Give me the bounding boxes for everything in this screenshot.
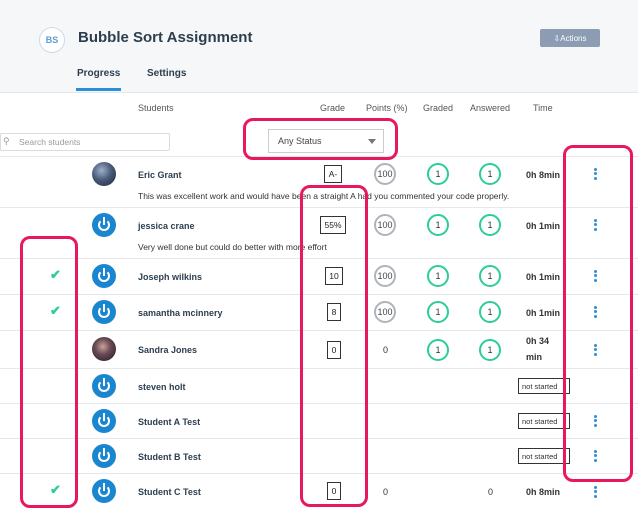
power-icon xyxy=(92,479,116,503)
power-icon xyxy=(92,213,116,237)
answered-badge: 1 xyxy=(479,301,501,323)
student-name[interactable]: Sandra Jones xyxy=(138,345,197,355)
answered-value: 0 xyxy=(488,487,494,497)
time-spent: 0h 34 xyxy=(526,336,550,346)
student-name[interactable]: jessica crane xyxy=(138,221,195,231)
avatar xyxy=(92,162,116,186)
row-menu-icon[interactable] xyxy=(593,484,598,499)
student-name[interactable]: Joseph wilkins xyxy=(138,272,202,282)
power-icon xyxy=(92,374,116,398)
search-box[interactable]: ⚲ xyxy=(0,133,170,151)
graded-badge: 1 xyxy=(427,339,449,361)
assignment-badge: BS xyxy=(39,27,65,53)
avatar xyxy=(92,337,116,361)
graded-badge: 1 xyxy=(427,265,449,287)
time-spent-unit: min xyxy=(526,352,543,362)
graded-badge: 1 xyxy=(427,214,449,236)
tab-progress[interactable]: Progress xyxy=(77,68,120,79)
time-spent: 0h 1min xyxy=(526,308,561,318)
column-header-answered: Answered xyxy=(470,103,511,113)
points-badge: 100 xyxy=(374,214,396,236)
points-badge: 100 xyxy=(374,163,396,185)
column-header-points: Points (%) xyxy=(366,103,408,113)
graded-badge: 1 xyxy=(427,163,449,185)
highlight-grade-column xyxy=(300,185,368,507)
points-badge: 100 xyxy=(374,265,396,287)
power-icon xyxy=(92,264,116,288)
student-name[interactable]: Student C Test xyxy=(138,487,201,497)
student-name[interactable]: Eric Grant xyxy=(138,170,182,180)
tab-settings[interactable]: Settings xyxy=(147,68,186,79)
power-icon xyxy=(92,409,116,433)
highlight-checkmark-column xyxy=(20,236,78,508)
column-header-grade: Grade xyxy=(320,103,346,113)
search-icon: ⚲ xyxy=(3,136,10,146)
column-header-students: Students xyxy=(138,103,174,113)
student-comment: Very well done but could do better with … xyxy=(138,242,327,252)
highlight-menu-column xyxy=(563,145,633,482)
power-icon xyxy=(92,300,116,324)
grade-field[interactable]: A- xyxy=(324,165,342,183)
student-name[interactable]: steven holt xyxy=(138,382,186,392)
student-name[interactable]: Student B Test xyxy=(138,452,201,462)
actions-button[interactable]: ⇩Actions xyxy=(540,29,600,47)
answered-badge: 1 xyxy=(479,163,501,185)
answered-badge: 1 xyxy=(479,214,501,236)
answered-badge: 1 xyxy=(479,265,501,287)
column-header-time: Time xyxy=(533,103,553,113)
time-spent: 0h 8min xyxy=(526,170,561,180)
points-value: 0 xyxy=(383,487,389,497)
student-name[interactable]: Student A Test xyxy=(138,417,200,427)
time-spent: 0h 1min xyxy=(526,221,561,231)
assignment-header: BS Bubble Sort Assignment ⇩Actions Progr… xyxy=(0,0,638,93)
active-tab-indicator xyxy=(76,88,121,91)
page-title: Bubble Sort Assignment xyxy=(78,29,253,46)
power-icon xyxy=(92,444,116,468)
student-name[interactable]: samantha mcinnery xyxy=(138,308,223,318)
time-spent: 0h 8min xyxy=(526,487,561,497)
points-badge: 100 xyxy=(374,301,396,323)
answered-badge: 1 xyxy=(479,339,501,361)
highlight-status-filter xyxy=(243,118,398,160)
points-value: 0 xyxy=(383,345,389,355)
search-input[interactable] xyxy=(19,135,164,148)
graded-badge: 1 xyxy=(427,301,449,323)
column-header-graded: Graded xyxy=(423,103,454,113)
time-spent: 0h 1min xyxy=(526,272,561,282)
